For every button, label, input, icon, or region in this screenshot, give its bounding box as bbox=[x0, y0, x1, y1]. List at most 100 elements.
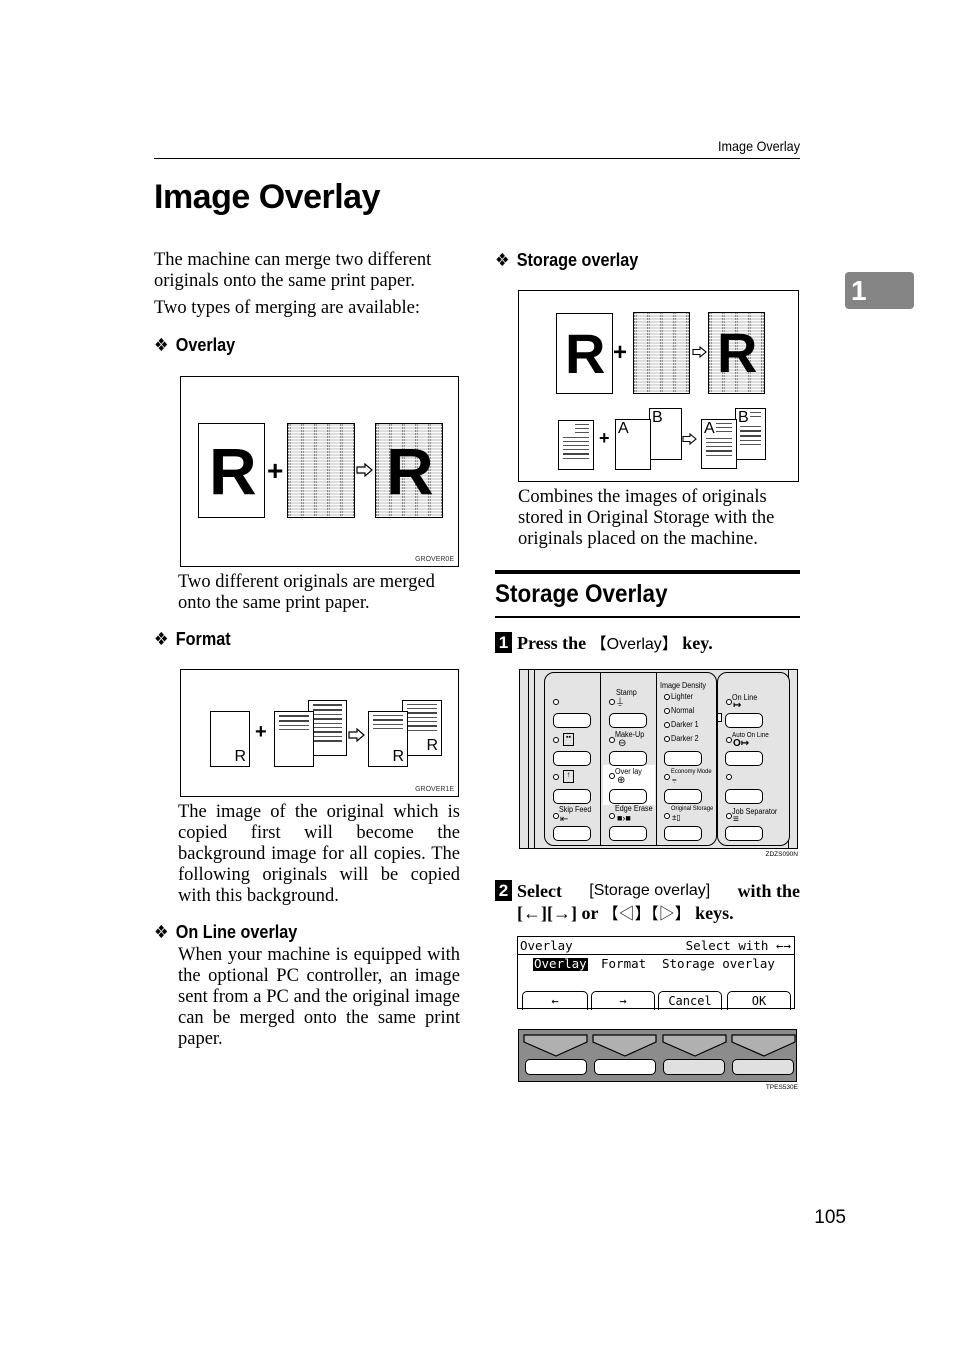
section-rule-top bbox=[495, 570, 800, 574]
indicator-led bbox=[664, 722, 670, 728]
selection-keys-panel bbox=[518, 1029, 797, 1082]
indicator-led bbox=[609, 813, 615, 819]
lcd-option-overlay[interactable]: Overlay bbox=[533, 957, 588, 971]
selection-key-3[interactable] bbox=[663, 1059, 725, 1075]
diamond-bullet-icon: ❖ bbox=[154, 922, 169, 942]
blank-key-3[interactable] bbox=[553, 789, 591, 804]
step-text: or bbox=[576, 903, 603, 923]
diamond-bullet-icon: ❖ bbox=[154, 335, 169, 355]
format-heading: ❖ Format bbox=[154, 629, 231, 650]
job-separator-icon: ≡ bbox=[733, 814, 739, 825]
storage-overlay-key-label: [Storage overlay] bbox=[589, 882, 711, 899]
plus-icon: + bbox=[255, 721, 267, 743]
economy-mode-icon: ⩦ bbox=[672, 775, 677, 784]
arrow-keys-label: [←][→] bbox=[517, 903, 577, 923]
figure-code: TPES530E bbox=[765, 1084, 798, 1091]
sheet-label-a: A bbox=[704, 420, 715, 437]
selection-key-4[interactable] bbox=[732, 1059, 794, 1075]
job-separator-key[interactable] bbox=[725, 826, 763, 841]
format-description: The image of the original which is copie… bbox=[178, 802, 460, 906]
result-arrow-icon bbox=[692, 346, 707, 358]
control-panel: ▪▪ ↑ Skip Feed ⇤ Stamp ⍊ Make-Up ⊖ Over … bbox=[519, 669, 798, 849]
lcd-cancel-softkey[interactable]: Cancel bbox=[658, 991, 722, 1010]
density-darker1-label: Darker 1 bbox=[671, 720, 699, 729]
letter-r: R bbox=[426, 737, 438, 754]
merged-result-sheet: R bbox=[708, 312, 765, 394]
diamond-bullet-icon: ❖ bbox=[495, 250, 510, 270]
step-number: 2 bbox=[495, 880, 512, 901]
chapter-tab[interactable]: 1 bbox=[845, 272, 914, 309]
series-copy-key[interactable] bbox=[553, 751, 591, 766]
letter-r: R bbox=[717, 321, 758, 384]
stamp-icon: ⍊ bbox=[617, 696, 623, 707]
economy-mode-label: Economy Mode bbox=[671, 768, 712, 775]
lcd-left-arrow-softkey[interactable]: ← bbox=[522, 991, 588, 1010]
step-text: with the bbox=[737, 881, 801, 901]
economy-mode-key[interactable] bbox=[664, 789, 702, 804]
lcd-option-storage-overlay[interactable]: Storage overlay bbox=[662, 957, 775, 971]
online-overlay-heading: ❖ On Line overlay bbox=[154, 922, 297, 943]
make-up-icon: ⊖ bbox=[618, 738, 627, 749]
indicator-led bbox=[664, 694, 670, 700]
original-r-sheet: R bbox=[198, 423, 265, 518]
sheet-label-a: A bbox=[618, 420, 629, 437]
page-title: Image Overlay bbox=[154, 178, 380, 216]
selection-key-1[interactable] bbox=[525, 1059, 587, 1075]
text-sheet-front bbox=[274, 711, 314, 767]
lcd-right-arrow-softkey[interactable]: → bbox=[591, 991, 655, 1010]
auto-on-line-icon: O↦ bbox=[733, 738, 750, 749]
original-storage-icon: ±▯ bbox=[672, 813, 681, 822]
storage-overlay-heading: ❖ Storage overlay bbox=[495, 250, 638, 271]
figure-code: GROVER1E bbox=[415, 786, 454, 793]
letter-r: R bbox=[209, 434, 257, 508]
online-overlay-heading-text: On Line overlay bbox=[175, 922, 298, 942]
lcd-ok-softkey[interactable]: OK bbox=[727, 991, 791, 1010]
stored-sheet-b: B bbox=[649, 408, 682, 460]
overlay-icon: ⊕ bbox=[617, 775, 626, 786]
original-storage-key[interactable] bbox=[664, 826, 702, 841]
skip-feed-key[interactable] bbox=[553, 826, 591, 841]
sheet-label-b: B bbox=[738, 409, 749, 426]
blank-key-4[interactable] bbox=[725, 789, 763, 804]
intro-paragraph: The machine can merge two different orig… bbox=[154, 250, 432, 291]
on-line-key[interactable] bbox=[725, 713, 763, 728]
step-number: 1 bbox=[495, 632, 512, 653]
indicator-led bbox=[553, 737, 559, 743]
overlay-key[interactable] bbox=[609, 789, 647, 804]
stored-sheet-a: A bbox=[615, 419, 651, 470]
auto-on-line-key[interactable] bbox=[725, 751, 763, 766]
density-normal-label: Normal bbox=[671, 706, 695, 715]
letter-r: R bbox=[565, 322, 606, 385]
lcd-option-format[interactable]: Format bbox=[601, 957, 646, 971]
page-number: 105 bbox=[814, 1207, 846, 1228]
stamp-key[interactable] bbox=[609, 713, 647, 728]
step-2: 2 Select [Storage overlay] with the [←][→… bbox=[495, 880, 800, 926]
sheet-label-b: B bbox=[652, 409, 663, 426]
letter-r: R bbox=[392, 748, 404, 765]
result-arrow-icon bbox=[348, 728, 365, 742]
image-density-key[interactable] bbox=[664, 751, 702, 766]
make-up-key[interactable] bbox=[609, 751, 647, 766]
background-original-sheet: R bbox=[210, 711, 250, 767]
indicator-led bbox=[664, 708, 670, 714]
density-lighter-label: Lighter bbox=[671, 692, 694, 701]
letter-r: R bbox=[234, 748, 246, 765]
running-head: Image Overlay bbox=[718, 138, 800, 154]
storage-overlay-figure: R + R + B A B A bbox=[518, 290, 799, 482]
edge-erase-label: Edge Erase bbox=[615, 804, 653, 813]
selection-key-2[interactable] bbox=[594, 1059, 656, 1075]
format-heading-text: Format bbox=[175, 629, 231, 649]
overlay-description: Two different originals are merged onto … bbox=[178, 572, 435, 613]
figure-code: ZDZS090N bbox=[765, 851, 798, 858]
step-text: key. bbox=[677, 633, 713, 653]
overlay-figure: R + R GROVER0E bbox=[180, 376, 459, 567]
density-darker2-label: Darker 2 bbox=[671, 734, 699, 743]
step-text: Press the bbox=[517, 633, 591, 653]
text-original-sheet bbox=[558, 420, 594, 470]
overlay-heading: ❖ Overlay bbox=[154, 335, 235, 356]
storage-overlay-description: Combines the images of originals stored … bbox=[518, 487, 775, 549]
blank-key-1[interactable] bbox=[553, 713, 591, 728]
edge-erase-key[interactable] bbox=[609, 826, 647, 841]
lcd-display: Overlay Select with ←→ Overlay Format St… bbox=[517, 936, 795, 1010]
stored-pattern-sheet bbox=[633, 312, 690, 394]
